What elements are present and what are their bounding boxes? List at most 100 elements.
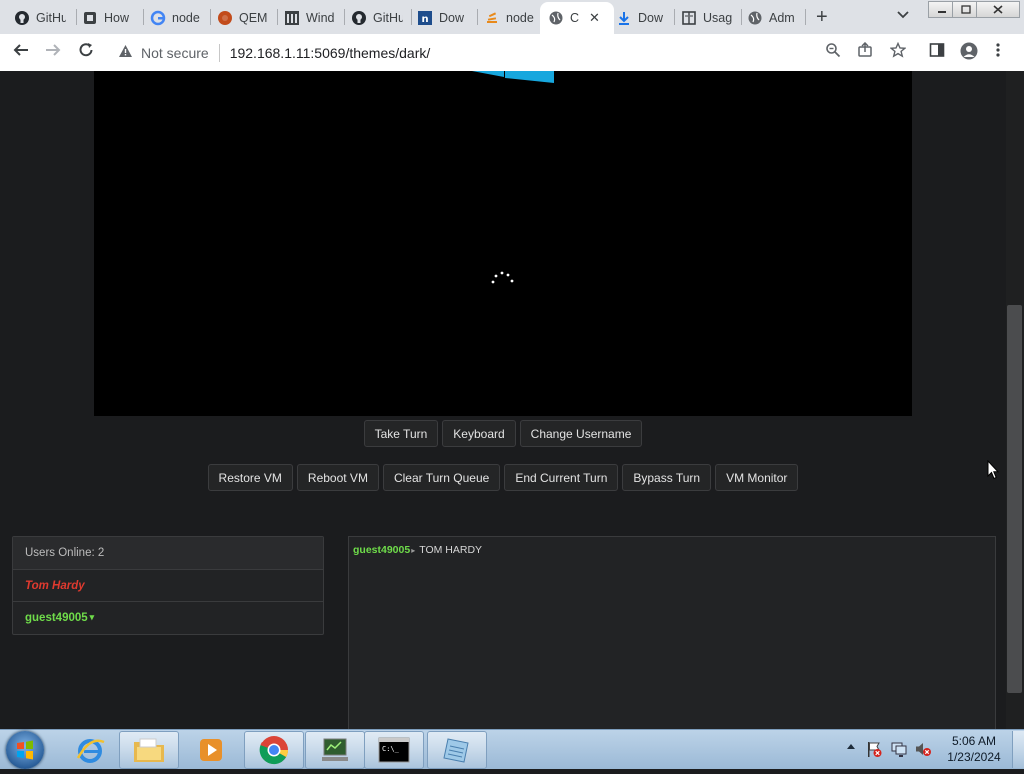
command-prompt-icon: C:\_ bbox=[378, 737, 410, 763]
windows-logo-fragment bbox=[472, 71, 554, 83]
github-icon bbox=[351, 10, 367, 26]
media-player-icon bbox=[200, 739, 222, 761]
start-button[interactable] bbox=[6, 731, 44, 769]
browser-toolbar: Not secure 192.168.1.11:5069/themes/dark… bbox=[0, 34, 1024, 72]
tab-label: Dow bbox=[638, 10, 664, 25]
end-current-turn-button[interactable]: End Current Turn bbox=[504, 464, 619, 491]
notepad-icon bbox=[443, 738, 469, 763]
tab-separator bbox=[344, 9, 345, 25]
windows-flag-icon bbox=[17, 740, 33, 760]
keyboard-button[interactable]: Keyboard bbox=[442, 420, 516, 447]
vm-monitor-button[interactable]: VM Monitor bbox=[715, 464, 799, 491]
change-username-button[interactable]: Change Username bbox=[519, 420, 643, 447]
tab-separator bbox=[277, 9, 278, 25]
tab-search-button[interactable] bbox=[897, 8, 909, 22]
tab-12[interactable]: Adm bbox=[747, 4, 803, 31]
new-tab-button[interactable]: + bbox=[816, 6, 828, 29]
monitor-icon bbox=[322, 738, 348, 761]
tab-label: node bbox=[506, 10, 534, 25]
tab-11[interactable]: Usag bbox=[681, 4, 739, 31]
tab-label: QEM bbox=[239, 10, 268, 25]
show-hidden-icons-button[interactable] bbox=[846, 742, 856, 753]
svg-text:n: n bbox=[421, 14, 428, 25]
system-clock[interactable]: 5:06 AM 1/23/2024 bbox=[940, 733, 1008, 765]
security-status[interactable]: Not secure bbox=[141, 45, 209, 61]
tab-5[interactable]: Wind bbox=[284, 4, 342, 31]
close-tab-icon[interactable]: ✕ bbox=[589, 10, 600, 26]
back-button[interactable] bbox=[12, 41, 30, 64]
tab-label: GitHu bbox=[373, 10, 403, 25]
command-prompt-taskbar-button[interactable]: C:\_ bbox=[364, 731, 424, 769]
tab-separator bbox=[741, 9, 742, 25]
chrome-icon bbox=[259, 736, 288, 765]
github-icon bbox=[14, 10, 30, 26]
stack-icon bbox=[484, 10, 500, 26]
reload-button[interactable] bbox=[77, 41, 95, 64]
profile-avatar-icon[interactable] bbox=[960, 42, 978, 65]
clock-date: 1/23/2024 bbox=[947, 750, 1001, 764]
show-desktop-button[interactable] bbox=[1012, 731, 1024, 768]
media-player-taskbar-button[interactable] bbox=[181, 731, 241, 769]
vm-display[interactable] bbox=[94, 71, 912, 416]
tab-2[interactable]: How bbox=[82, 4, 140, 31]
users-online-header: Users Online: 2 bbox=[13, 537, 323, 570]
user-dropdown-caret-icon[interactable]: ▾ bbox=[90, 612, 95, 623]
tab-separator bbox=[477, 9, 478, 25]
tab-label: Dow bbox=[439, 10, 465, 25]
internet-explorer-taskbar-button[interactable] bbox=[60, 731, 120, 769]
file-explorer-taskbar-button[interactable] bbox=[119, 731, 179, 769]
tab-4[interactable]: QEM bbox=[217, 4, 275, 31]
user-list-item[interactable]: Tom Hardy bbox=[13, 570, 323, 602]
tab-separator bbox=[76, 9, 77, 25]
clear-turn-queue-button[interactable]: Clear Turn Queue bbox=[382, 464, 501, 491]
share-icon[interactable] bbox=[857, 41, 873, 63]
chat-message: guest49005 ▸ TOM HARDY bbox=[353, 544, 482, 556]
restore-vm-button[interactable]: Restore VM bbox=[207, 464, 293, 491]
tab-separator bbox=[674, 9, 675, 25]
address-bar[interactable]: Not secure 192.168.1.11:5069/themes/dark… bbox=[108, 38, 860, 67]
forward-button[interactable] bbox=[44, 41, 62, 64]
username: Tom Hardy bbox=[25, 579, 85, 592]
tab-label: node bbox=[172, 10, 200, 25]
users-online-panel: Users Online: 2 Tom Hardy guest49005 ▾ bbox=[12, 536, 324, 635]
bookmark-star-icon[interactable] bbox=[889, 41, 907, 63]
tab-label: Wind bbox=[306, 10, 335, 25]
action-center-flag-icon[interactable] bbox=[865, 740, 883, 758]
tab-3[interactable]: node bbox=[150, 4, 208, 31]
chrome-taskbar-button[interactable] bbox=[244, 731, 304, 769]
close-window-button[interactable] bbox=[976, 1, 1020, 18]
tab-10[interactable]: Dow bbox=[616, 4, 672, 31]
chat-panel: guest49005 ▸ TOM HARDY bbox=[348, 536, 996, 729]
tab-1[interactable]: GitHu bbox=[14, 4, 74, 31]
user-list-item[interactable]: guest49005 ▾ bbox=[13, 602, 323, 633]
tab-6[interactable]: GitHu bbox=[351, 4, 409, 31]
doc-icon bbox=[681, 10, 697, 26]
page-content: Take Turn Keyboard Change Username Resto… bbox=[0, 71, 1006, 729]
tab-label: Adm bbox=[769, 10, 795, 25]
warning-icon[interactable] bbox=[118, 44, 133, 61]
network-icon[interactable] bbox=[890, 740, 908, 758]
tab-7[interactable]: n Dow bbox=[417, 4, 475, 31]
tab-8[interactable]: node bbox=[484, 4, 538, 31]
site-icon bbox=[82, 10, 98, 26]
globe-icon bbox=[747, 10, 763, 26]
zoom-icon[interactable] bbox=[825, 42, 841, 63]
tab-label: C bbox=[570, 11, 580, 25]
notepad-taskbar-button[interactable] bbox=[427, 731, 487, 769]
tab-active[interactable]: C ✕ bbox=[540, 2, 614, 34]
n-icon: n bbox=[417, 10, 433, 26]
url-text[interactable]: 192.168.1.11:5069/themes/dark/ bbox=[230, 45, 431, 61]
tab-separator bbox=[143, 9, 144, 25]
user-controls: Take Turn Keyboard Change Username bbox=[0, 420, 1006, 447]
system-monitor-taskbar-button[interactable] bbox=[305, 731, 365, 769]
reboot-vm-button[interactable]: Reboot VM bbox=[296, 464, 379, 491]
google-icon bbox=[150, 10, 166, 26]
username: guest49005 bbox=[25, 611, 88, 624]
chat-arrow-icon: ▸ bbox=[411, 545, 416, 555]
volume-muted-icon[interactable] bbox=[914, 740, 932, 758]
side-panel-icon[interactable] bbox=[929, 42, 945, 63]
page-scrollbar-thumb[interactable] bbox=[1007, 305, 1022, 693]
take-turn-button[interactable]: Take Turn bbox=[363, 420, 439, 447]
kebab-menu-icon[interactable] bbox=[995, 42, 1001, 63]
bypass-turn-button[interactable]: Bypass Turn bbox=[622, 464, 712, 491]
